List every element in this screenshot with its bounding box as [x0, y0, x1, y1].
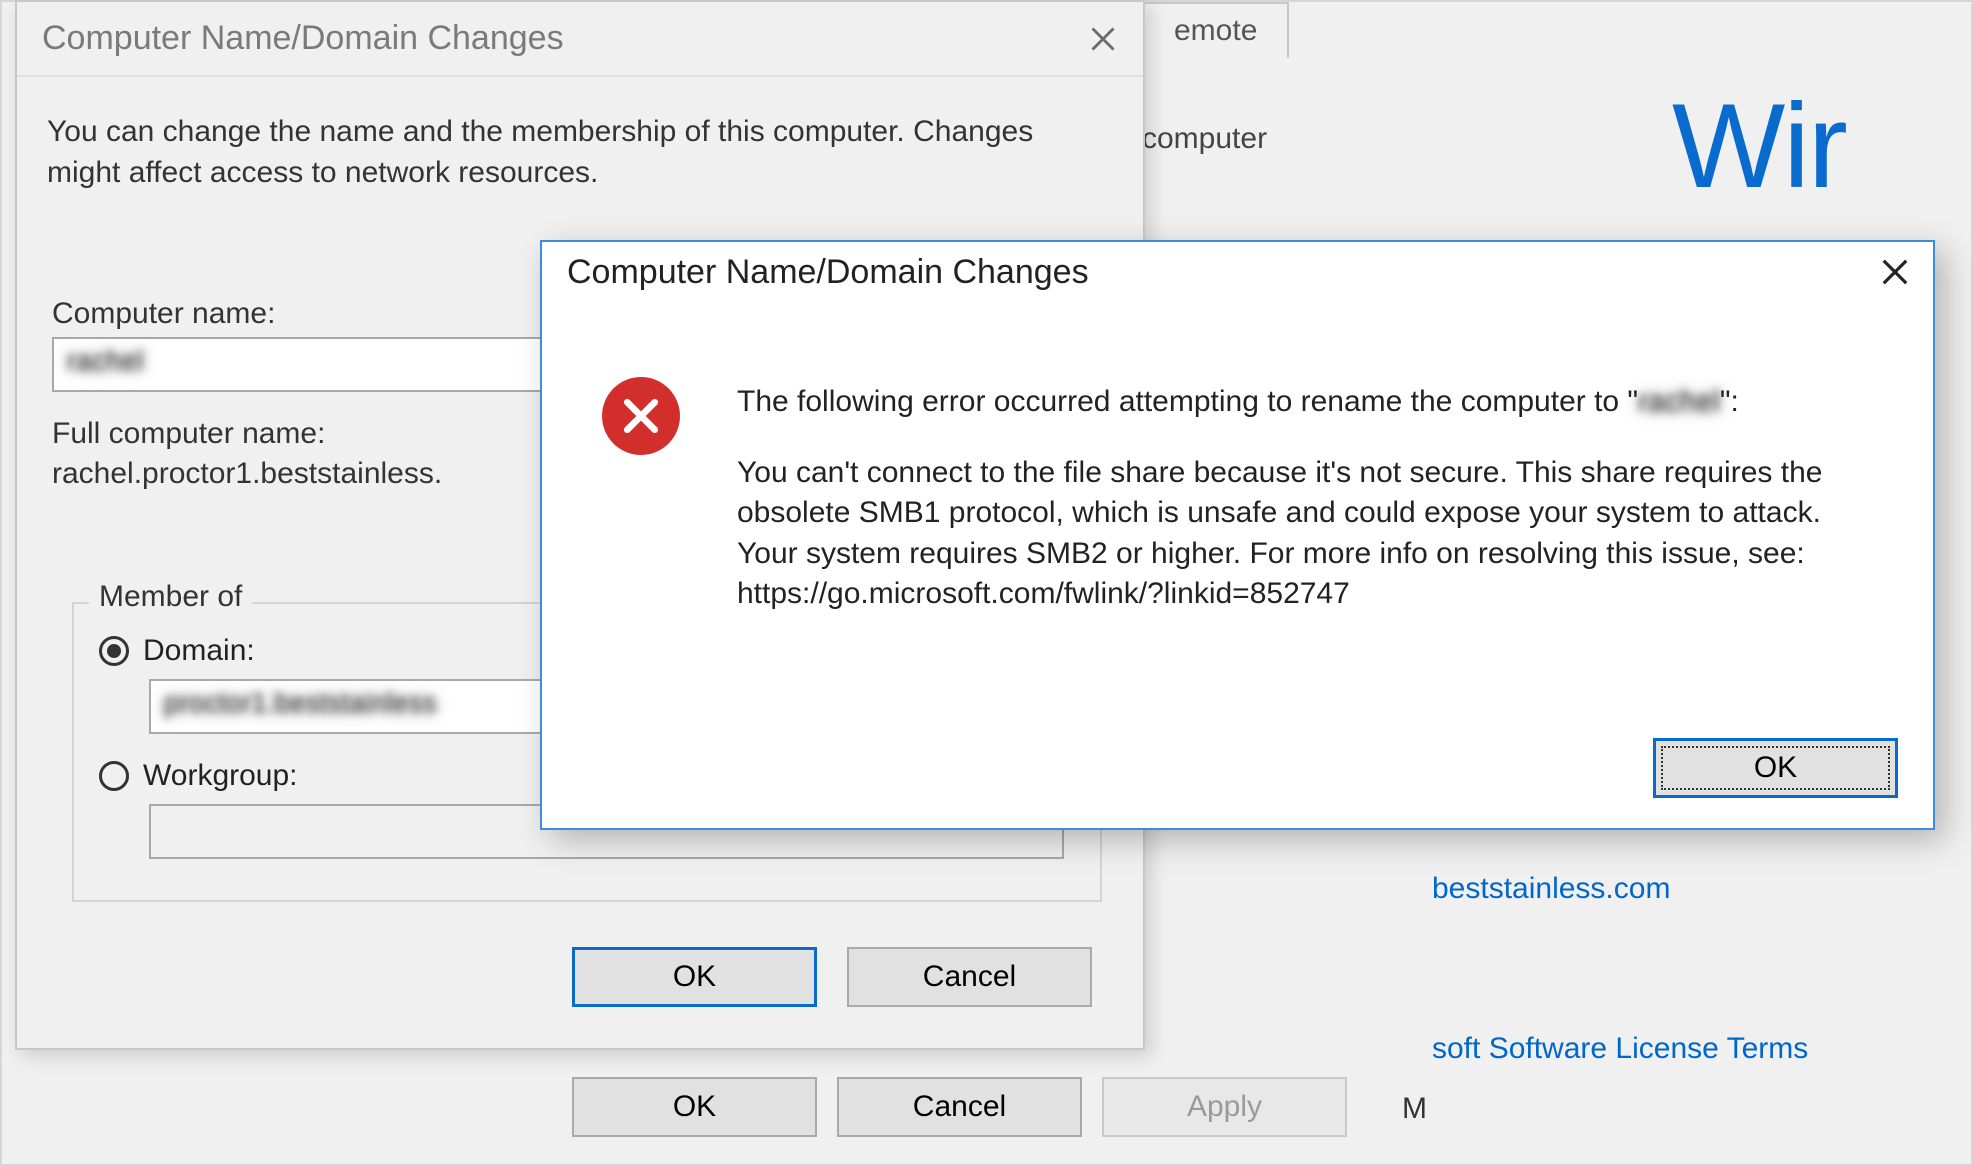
rename-cancel-button[interactable]: Cancel	[847, 947, 1092, 1007]
sysprops-body-text: computer	[1142, 122, 1267, 156]
close-icon[interactable]	[1083, 19, 1123, 59]
sysprops-tabs: emote	[1142, 2, 1287, 58]
full-computer-name-label: Full computer name:	[52, 417, 325, 451]
license-terms-link[interactable]: soft Software License Terms	[1432, 1032, 1808, 1066]
sysprops-ok-button[interactable]: OK	[572, 1077, 817, 1137]
error-icon-column	[602, 377, 680, 455]
error-line1-redacted: rachel	[1638, 382, 1720, 423]
computer-name-label: Computer name:	[52, 297, 275, 331]
error-message-line1: The following error occurred attempting …	[737, 382, 1883, 423]
close-icon[interactable]	[1875, 252, 1915, 292]
tab-remote[interactable]: emote	[1142, 2, 1289, 58]
rename-title: Computer Name/Domain Changes	[42, 19, 564, 58]
radio-icon	[99, 761, 129, 791]
error-message: The following error occurred attempting …	[737, 382, 1883, 645]
error-message-body: You can't connect to the file share beca…	[737, 453, 1883, 615]
error-ok-button[interactable]: OK	[1653, 738, 1898, 798]
error-line1-suffix: ":	[1720, 385, 1739, 418]
workgroup-radio-label: Workgroup:	[143, 759, 298, 793]
rename-titlebar: Computer Name/Domain Changes	[17, 2, 1143, 77]
domain-value-redacted: proctor1.beststainless	[164, 687, 436, 719]
sysprops-button-row: OK Cancel Apply	[572, 1077, 1347, 1137]
sysprops-cancel-button[interactable]: Cancel	[837, 1077, 1082, 1137]
sysprops-apply-button: Apply	[1102, 1077, 1347, 1137]
full-computer-name-value: rachel.proctor1.beststainless.	[52, 457, 442, 491]
radio-icon	[99, 636, 129, 666]
rename-ok-button[interactable]: OK	[572, 947, 817, 1007]
rename-button-row: OK Cancel	[572, 947, 1092, 1007]
partial-text: M	[1402, 1092, 1427, 1126]
error-dialog: Computer Name/Domain Changes The followi…	[540, 240, 1935, 830]
error-title: Computer Name/Domain Changes	[567, 253, 1089, 292]
windows-logo-text: Wir	[1672, 77, 1846, 215]
error-button-row: OK	[1653, 738, 1898, 798]
workgroup-radio-row[interactable]: Workgroup:	[99, 759, 298, 793]
domain-radio-label: Domain:	[143, 634, 255, 668]
domain-link[interactable]: beststainless.com	[1432, 872, 1670, 906]
error-line1-prefix: The following error occurred attempting …	[737, 385, 1638, 418]
computer-name-value-redacted: rachel	[67, 345, 143, 377]
member-of-legend: Member of	[89, 580, 252, 614]
error-icon	[602, 377, 680, 455]
rename-description: You can change the name and the membersh…	[47, 112, 1103, 193]
error-titlebar: Computer Name/Domain Changes	[542, 242, 1933, 302]
domain-radio-row[interactable]: Domain:	[99, 634, 255, 668]
